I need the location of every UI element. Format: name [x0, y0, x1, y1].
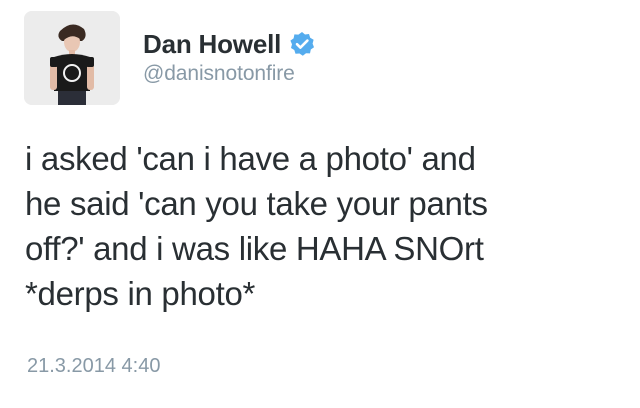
verified-badge-icon — [289, 31, 315, 57]
display-name[interactable]: Dan Howell — [143, 29, 281, 60]
user-handle[interactable]: @danisnotonfire — [143, 62, 295, 86]
tweet-text: i asked 'can i have a photo' and he said… — [25, 140, 488, 312]
tweet-card: Dan Howell @danisnotonfire i asked 'can … — [0, 0, 640, 408]
tweet-timestamp[interactable]: 21.3.2014 4:40 — [27, 355, 160, 378]
avatar[interactable] — [24, 11, 120, 105]
name-row: Dan Howell — [143, 28, 315, 60]
profile-photo-icon — [24, 11, 120, 105]
